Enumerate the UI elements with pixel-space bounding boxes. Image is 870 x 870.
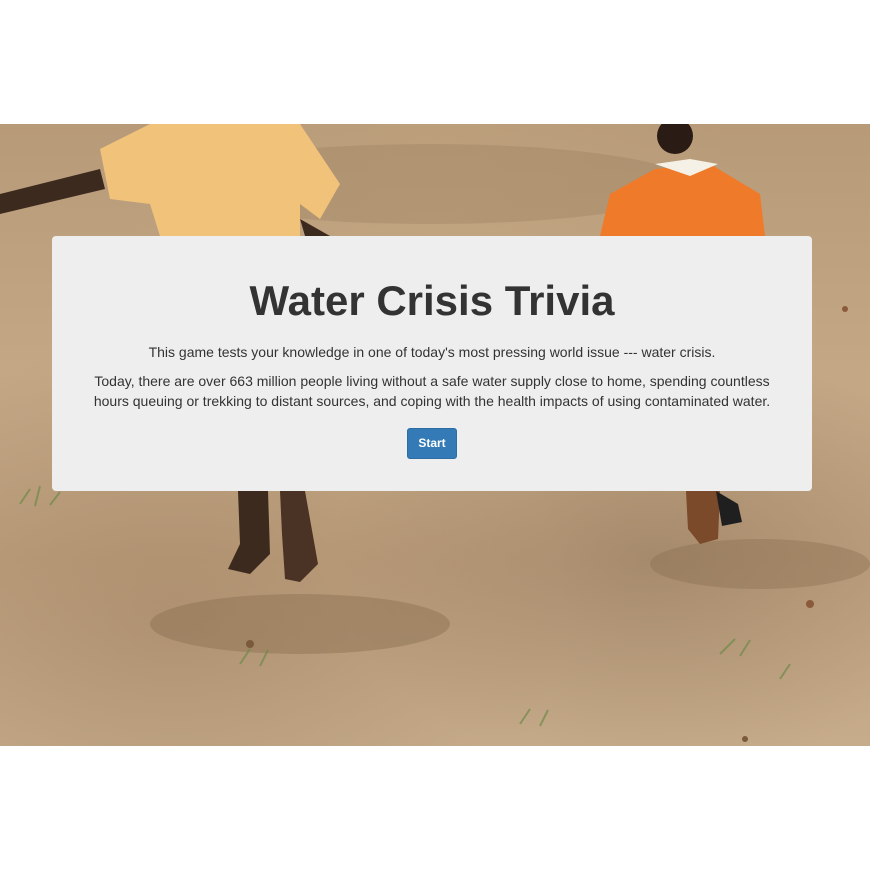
intro-text: This game tests your knowledge in one of…: [148, 344, 716, 360]
description-text: Today, there are over 663 million people…: [93, 373, 771, 409]
start-button[interactable]: Start: [407, 428, 457, 459]
intro-panel: Water Crisis Trivia This game tests your…: [52, 236, 812, 491]
page-title: Water Crisis Trivia: [249, 277, 615, 324]
page: Water Crisis Trivia This game tests your…: [0, 0, 870, 870]
